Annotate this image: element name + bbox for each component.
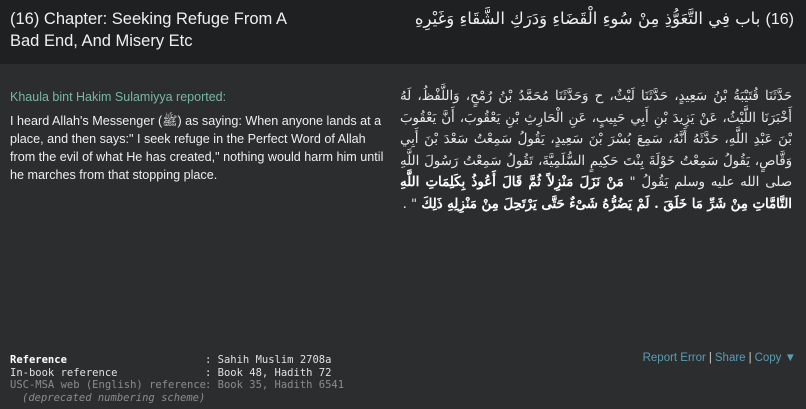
uscmsa-reference-row: USC-MSA web (English) reference : Book 3… bbox=[10, 379, 410, 392]
chapter-number-arabic: (16) bbox=[765, 11, 794, 28]
hadith-arabic-text: حَدَّثَنَا قُتَيْبَةُ بْنُ سَعِيدٍ، حَدَ… bbox=[400, 86, 792, 215]
actions-separator: | bbox=[748, 352, 752, 364]
narrator: Khaula bint Hakim Sulamiyya reported: bbox=[10, 90, 227, 104]
hadith-actions: Report Error | Share | Copy ▼ bbox=[643, 352, 796, 364]
english-hadith-panel: Khaula bint Hakim Sulamiyya reported: I … bbox=[10, 90, 390, 184]
reference-value: : Sahih Muslim 2708a bbox=[205, 354, 332, 366]
uscmsa-reference-value: : Book 35, Hadith 6541 bbox=[205, 379, 345, 392]
hadith-arabic-end: " . bbox=[402, 196, 418, 212]
reference-row: Reference : Sahih Muslim 2708a bbox=[10, 354, 410, 367]
report-error-link[interactable]: Report Error bbox=[643, 352, 706, 364]
copy-dropdown[interactable]: Copy ▼ bbox=[755, 352, 796, 364]
inbook-reference-row: In-book reference : Book 48, Hadith 72 bbox=[10, 367, 410, 380]
chapter-header: (16) Chapter: Seeking Refuge From A Bad … bbox=[0, 0, 806, 64]
chapter-title-arabic: (16) باب فِي التَّعَوُّذِ مِنْ سُوءِ الْ… bbox=[394, 8, 794, 31]
inbook-reference-value: : Book 48, Hadith 72 bbox=[205, 366, 332, 379]
reference-label: Reference bbox=[10, 354, 67, 366]
chapter-title-english: (16) Chapter: Seeking Refuge From A Bad … bbox=[10, 10, 287, 50]
hadith-english-text: I heard Allah's Messenger (ﷺ) as saying:… bbox=[10, 114, 384, 182]
chapter-title-arabic-text: باب فِي التَّعَوُّذِ مِنْ سُوءِ الْقَضَا… bbox=[414, 9, 761, 28]
inbook-reference-label: In-book reference bbox=[10, 366, 118, 379]
deprecated-note: (deprecated numbering scheme) bbox=[22, 391, 206, 404]
actions-separator: | bbox=[708, 352, 712, 364]
share-link[interactable]: Share bbox=[715, 352, 746, 364]
uscmsa-reference-label: USC-MSA web (English) reference bbox=[10, 379, 206, 392]
reference-table: Reference : Sahih Muslim 2708a In-book r… bbox=[10, 354, 410, 404]
